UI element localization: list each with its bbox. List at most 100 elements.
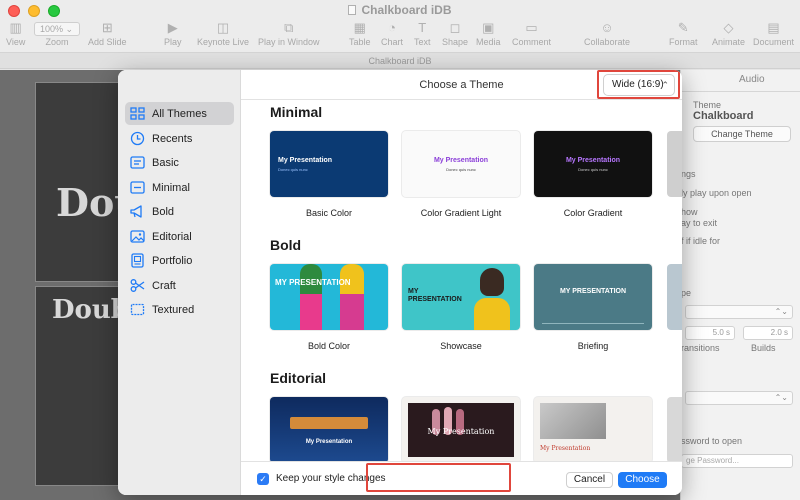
toolbar-collaborate-button[interactable]: ☺ Collaborate bbox=[584, 20, 630, 47]
theme-color-gradient[interactable]: My Presentation Donec quis nunc Color Gr… bbox=[534, 131, 652, 218]
theme-name: Showcase bbox=[440, 341, 482, 351]
theme-thumbnail: My Presentation bbox=[402, 397, 520, 461]
sidebar-item-craft[interactable]: Craft bbox=[125, 274, 234, 297]
theme-name: Briefing bbox=[577, 341, 609, 351]
cancel-button[interactable]: Cancel bbox=[566, 472, 613, 488]
sidebar-item-recents[interactable]: Recents bbox=[125, 127, 234, 150]
toolbar-media-button[interactable]: ▣ Media bbox=[476, 20, 501, 47]
theme-bold-color[interactable]: MY PRESENTATION Bold Color bbox=[270, 264, 388, 351]
toolbar-play-in-window-button[interactable]: ⧉ Play in Window bbox=[258, 20, 320, 47]
grid-icon bbox=[129, 106, 145, 122]
play-in-window-icon: ⧉ bbox=[284, 20, 294, 35]
clock-icon bbox=[129, 131, 145, 147]
theme-name: Color Gradient Light bbox=[420, 208, 502, 218]
choose-button[interactable]: Choose bbox=[618, 472, 667, 488]
format-brush-icon: ✎ bbox=[677, 20, 689, 35]
section-title-minimal: Minimal bbox=[270, 104, 323, 120]
slide-size-select[interactable]: Wide (16:9) ⌃ bbox=[603, 74, 675, 96]
toolbar-view-button[interactable]: ▥ View bbox=[6, 20, 25, 47]
document-panel-icon: ▤ bbox=[767, 20, 780, 35]
sidebar-item-basic[interactable]: Basic bbox=[125, 151, 234, 174]
theme-thumbnail: MY PRESENTATION bbox=[534, 264, 652, 330]
theme-thumbnail: My Presentation bbox=[270, 397, 388, 461]
toolbar-document-button[interactable]: ▤ Document bbox=[753, 20, 794, 47]
media-icon: ▣ bbox=[482, 20, 495, 35]
zoom-select[interactable]: 100% ⌄ bbox=[34, 22, 80, 36]
theme-editorial-1[interactable]: My Presentation bbox=[270, 397, 388, 461]
sidebar-item-textured[interactable]: Textured bbox=[125, 298, 234, 321]
window-toolbar: Chalkboard iDB ▥ View 100% ⌄ Zoom ⊞ Add Sli… bbox=[0, 0, 800, 53]
theme-name: Bold Color bbox=[307, 341, 351, 351]
theme-name: Basic Color bbox=[305, 208, 352, 218]
document-title-bar: Chalkboard iDB bbox=[0, 53, 800, 69]
inspector-tabs: Audio bbox=[681, 70, 800, 92]
document-icon bbox=[348, 5, 357, 15]
toolbar-comment-button[interactable]: ▭ Comment bbox=[512, 20, 551, 47]
toolbar-format-button[interactable]: ✎ Format bbox=[669, 20, 698, 47]
theme-color-gradient-light[interactable]: My Presentation Donec quis nunc Color Gr… bbox=[402, 131, 520, 218]
window-title: Chalkboard iDB bbox=[0, 3, 800, 17]
toolbar-keynote-live-button[interactable]: ◫ Keynote Live bbox=[197, 20, 249, 47]
theme-thumbnail: MY PRESENTATION bbox=[270, 264, 388, 330]
theme-thumbnail: My Presentation Donec quis nunc bbox=[402, 131, 520, 197]
themes-scroll-area[interactable]: Minimal My Presentation Donec quis nunc … bbox=[241, 101, 682, 461]
build-duration-field[interactable]: 2.0 s bbox=[743, 326, 793, 340]
textured-icon bbox=[129, 302, 145, 318]
keep-style-checkbox[interactable]: ✓ bbox=[257, 473, 269, 485]
sidebar-item-portfolio[interactable]: Portfolio bbox=[125, 249, 234, 272]
theme-basic-color[interactable]: My Presentation Donec quis nunc Basic Co… bbox=[270, 131, 388, 218]
sidebar-item-bold[interactable]: Bold bbox=[125, 200, 234, 223]
inspector-panel: Audio Theme Chalkboard Change Theme ngs … bbox=[680, 70, 800, 500]
basic-icon bbox=[129, 155, 145, 171]
minimal-icon bbox=[129, 180, 145, 196]
theme-thumbnail: My Presentation Donec quis nunc bbox=[270, 131, 388, 197]
theme-briefing[interactable]: MY PRESENTATION Briefing bbox=[534, 264, 652, 351]
keynote-live-icon: ◫ bbox=[216, 20, 230, 35]
collaborate-icon: ☺ bbox=[600, 20, 614, 35]
theme-partial-thumbnail[interactable] bbox=[667, 131, 682, 197]
animate-icon: ◇ bbox=[723, 20, 734, 35]
toolbar-chart-button[interactable]: ◔ Chart bbox=[381, 20, 403, 47]
toolbar-play-button[interactable]: ▶ Play bbox=[164, 20, 182, 47]
keep-style-label[interactable]: Keep your style changes bbox=[276, 473, 386, 484]
section-title-editorial: Editorial bbox=[270, 370, 327, 386]
chart-icon: ◔ bbox=[388, 20, 396, 35]
image-icon bbox=[129, 229, 145, 245]
theme-name: Color Gradient bbox=[563, 208, 623, 218]
theme-chooser-content: Choose a Theme Wide (16:9) ⌃ Minimal My … bbox=[241, 70, 682, 495]
toolbar-animate-button[interactable]: ◇ Animate bbox=[712, 20, 745, 47]
theme-thumbnail: My Presentation bbox=[534, 397, 652, 461]
toolbar-table-button[interactable]: ▦ Table bbox=[349, 20, 371, 47]
inspector-select[interactable]: ⌃⌄ bbox=[685, 391, 793, 405]
theme-partial-thumbnail[interactable] bbox=[667, 264, 682, 330]
view-icon: ▥ bbox=[9, 20, 22, 35]
checkmark-icon: ✓ bbox=[259, 474, 267, 484]
sidebar-item-all-themes[interactable]: All Themes bbox=[125, 102, 234, 125]
password-field[interactable]: ge Password... bbox=[681, 454, 793, 468]
theme-partial-thumbnail[interactable] bbox=[667, 397, 682, 461]
chevron-updown-icon: ⌃ bbox=[661, 80, 669, 90]
megaphone-icon bbox=[129, 204, 145, 220]
sidebar-item-minimal[interactable]: Minimal bbox=[125, 176, 234, 199]
toolbar-text-button[interactable]: T Text bbox=[414, 20, 431, 47]
text-icon: T bbox=[418, 20, 427, 35]
toolbar-add-slide-button[interactable]: ⊞ Add Slide bbox=[88, 20, 127, 47]
play-icon: ▶ bbox=[167, 20, 178, 35]
transition-duration-field[interactable]: 5.0 s bbox=[685, 326, 735, 340]
toolbar-zoom-button[interactable]: 100% ⌄ Zoom bbox=[34, 20, 80, 47]
tab-audio[interactable]: Audio bbox=[739, 74, 765, 85]
theme-showcase[interactable]: MY PRESENTATION Showcase bbox=[402, 264, 520, 351]
theme-editorial-3[interactable]: My Presentation bbox=[534, 397, 652, 461]
shape-icon: ◻ bbox=[449, 20, 461, 35]
change-theme-button[interactable]: Change Theme bbox=[693, 126, 791, 142]
inspector-select[interactable]: ⌃⌄ bbox=[685, 305, 793, 319]
portfolio-icon bbox=[129, 253, 145, 269]
section-title-bold: Bold bbox=[270, 237, 302, 253]
theme-category-sidebar: All Themes Recents Basic Minimal Bold Ed… bbox=[118, 70, 241, 495]
add-slide-icon: ⊞ bbox=[101, 20, 113, 35]
theme-editorial-2[interactable]: My Presentation bbox=[402, 397, 520, 461]
sidebar-item-editorial[interactable]: Editorial bbox=[125, 225, 234, 248]
toolbar-shape-button[interactable]: ◻ Shape bbox=[442, 20, 468, 47]
theme-thumbnail: MY PRESENTATION bbox=[402, 264, 520, 330]
scissors-icon bbox=[129, 278, 145, 294]
